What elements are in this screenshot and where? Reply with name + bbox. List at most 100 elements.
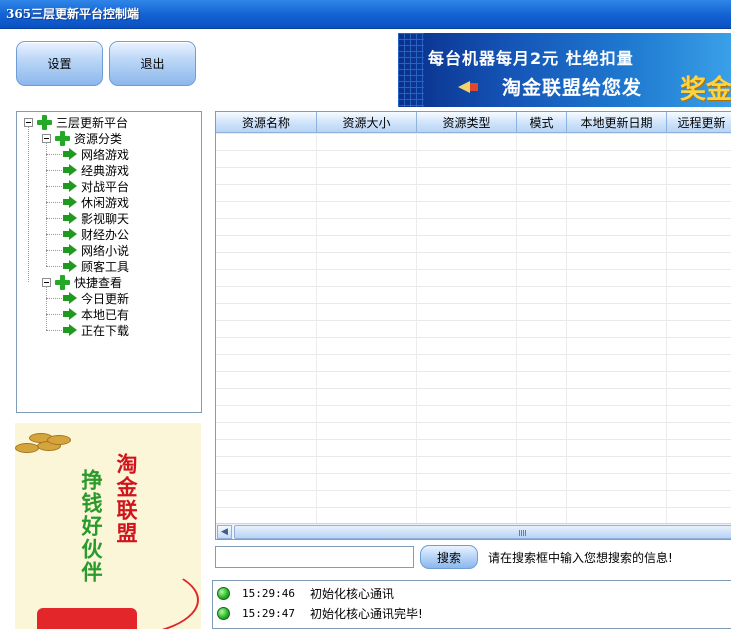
green-arrow-icon bbox=[63, 164, 77, 176]
tree-connector bbox=[46, 250, 62, 251]
banner-grid-decoration bbox=[398, 33, 424, 107]
column-header[interactable]: 远程更新 bbox=[667, 112, 731, 133]
column-header[interactable]: 模式 bbox=[517, 112, 567, 133]
green-arrow-icon bbox=[63, 228, 77, 240]
tree-connector bbox=[28, 126, 29, 282]
tree-item-label: 对战平台 bbox=[81, 179, 130, 194]
tree-item-label: 顾客工具 bbox=[81, 259, 130, 274]
tree-connector bbox=[46, 170, 62, 171]
log-entry: 15:29:46 初始化核心通讯 bbox=[217, 584, 394, 602]
tree-item[interactable]: 今日更新 bbox=[63, 290, 129, 306]
settings-button[interactable]: 设置 bbox=[16, 41, 103, 86]
tree-connector bbox=[46, 330, 62, 331]
banner-gold-text: 奖金 bbox=[680, 75, 731, 105]
search-input[interactable] bbox=[215, 546, 414, 568]
green-plus-icon bbox=[37, 114, 52, 130]
tree-item-label: 网络小说 bbox=[81, 243, 130, 258]
tree-item-label: 经典游戏 bbox=[81, 163, 130, 178]
tree-item-label: 休闲游戏 bbox=[81, 195, 130, 210]
tree-connector bbox=[46, 202, 62, 203]
green-arrow-icon bbox=[63, 324, 77, 336]
coin-icon bbox=[15, 443, 39, 453]
log-message: 初始化核心通讯完毕! bbox=[310, 606, 423, 621]
green-arrow-icon bbox=[63, 308, 77, 320]
status-ok-icon bbox=[217, 606, 230, 620]
side-banner-ad[interactable]: 淘金联盟 挣钱好伙伴 bbox=[15, 423, 201, 629]
green-arrow-icon bbox=[63, 212, 77, 224]
scrollbar-grip-icon bbox=[519, 530, 526, 536]
tree-item[interactable]: 对战平台 bbox=[63, 178, 129, 194]
log-time: 15:29:47 bbox=[242, 606, 295, 620]
tree-item-label: 影视聊天 bbox=[81, 211, 130, 226]
column-header[interactable]: 本地更新日期 bbox=[567, 112, 667, 133]
tree-connector bbox=[46, 142, 47, 266]
banner-line2: 淘金联盟给您发 bbox=[502, 77, 643, 99]
exit-button-label: 退出 bbox=[140, 57, 165, 71]
tree-item[interactable]: 影视聊天 bbox=[63, 210, 129, 226]
tree-item-label: 财经办公 bbox=[81, 227, 130, 242]
search-hint: 请在搜索框中输入您想搜索的信息! bbox=[488, 551, 673, 565]
tree-item[interactable]: 本地已有 bbox=[63, 306, 129, 322]
exit-button[interactable]: 退出 bbox=[109, 41, 196, 86]
tree-item[interactable]: 正在下载 bbox=[63, 322, 129, 338]
horizontal-scrollbar[interactable]: ◀ bbox=[216, 523, 731, 539]
grid-header: 资源名称 资源大小 资源类型 模式 本地更新日期 远程更新 bbox=[216, 112, 731, 133]
green-arrow-icon bbox=[63, 148, 77, 160]
tree-item[interactable]: 网络游戏 bbox=[63, 146, 129, 162]
log-time: 15:29:46 bbox=[242, 586, 295, 600]
tree-item[interactable]: 网络小说 bbox=[63, 242, 129, 258]
grid-body[interactable] bbox=[216, 133, 731, 523]
title-bar: 365三层更新平台控制端 bbox=[0, 0, 731, 29]
gift-box-icon bbox=[37, 608, 137, 629]
tree-root[interactable]: 三层更新平台 bbox=[24, 114, 128, 130]
tree-connector bbox=[46, 234, 62, 235]
grid-column-divider bbox=[416, 133, 417, 523]
banner-line1: 每台机器每月2元 杜绝扣量 bbox=[428, 49, 634, 68]
scrollbar-thumb[interactable] bbox=[234, 525, 731, 539]
megaphone-icon bbox=[458, 81, 470, 93]
scroll-left-icon[interactable]: ◀ bbox=[217, 525, 232, 539]
column-header[interactable]: 资源名称 bbox=[216, 112, 317, 133]
top-banner-ad[interactable]: 每台机器每月2元 杜绝扣量 淘金联盟给您发 奖金 bbox=[398, 33, 731, 107]
tree-item[interactable]: 财经办公 bbox=[63, 226, 129, 242]
tree-connector bbox=[46, 186, 62, 187]
tree-connector bbox=[46, 218, 62, 219]
resource-grid[interactable]: 资源名称 资源大小 资源类型 模式 本地更新日期 远程更新 ◀ bbox=[215, 111, 731, 540]
search-button[interactable]: 搜索 bbox=[420, 545, 478, 569]
coin-icon bbox=[47, 435, 71, 445]
category-tree: 三层更新平台 资源分类 网络游戏 经典游戏 对战平台 休闲游戏 影视聊天 财经办公 网络小说 顾客… bbox=[16, 111, 202, 413]
tree-connector bbox=[46, 286, 47, 330]
tree-item-label: 正在下载 bbox=[81, 323, 130, 338]
window-title: 365三层更新平台控制端 bbox=[6, 7, 140, 21]
settings-button-label: 设置 bbox=[47, 57, 72, 71]
search-button-label: 搜索 bbox=[436, 550, 461, 565]
grid-column-divider bbox=[666, 133, 667, 523]
tree-item-label: 今日更新 bbox=[81, 291, 130, 306]
tree-item[interactable]: 顾客工具 bbox=[63, 258, 129, 274]
tree-connector bbox=[46, 154, 62, 155]
side-ad-red-text: 淘金联盟 bbox=[114, 453, 138, 545]
status-ok-icon bbox=[217, 586, 230, 600]
tree-item[interactable]: 经典游戏 bbox=[63, 162, 129, 178]
grid-column-divider bbox=[566, 133, 567, 523]
tree-item-label: 三层更新平台 bbox=[56, 115, 129, 130]
column-header[interactable]: 资源大小 bbox=[317, 112, 417, 133]
green-plus-icon bbox=[55, 274, 70, 290]
tree-group-group1[interactable]: 资源分类 bbox=[42, 130, 122, 146]
green-arrow-icon bbox=[63, 260, 77, 272]
green-arrow-icon bbox=[63, 292, 77, 304]
log-panel: 15:29:46 初始化核心通讯 15:29:47 初始化核心通讯完毕! bbox=[212, 580, 731, 629]
tree-item[interactable]: 休闲游戏 bbox=[63, 194, 129, 210]
green-arrow-icon bbox=[63, 196, 77, 208]
grid-column-divider bbox=[316, 133, 317, 523]
tree-connector bbox=[46, 298, 62, 299]
megaphone-body-icon bbox=[470, 83, 478, 91]
column-header[interactable]: 资源类型 bbox=[417, 112, 517, 133]
tree-item-label: 资源分类 bbox=[74, 131, 123, 146]
green-plus-icon bbox=[55, 130, 70, 146]
tree-connector bbox=[46, 314, 62, 315]
tree-item-label: 本地已有 bbox=[81, 307, 130, 322]
log-message: 初始化核心通讯 bbox=[310, 586, 395, 601]
green-arrow-icon bbox=[63, 180, 77, 192]
tree-group-group2[interactable]: 快捷查看 bbox=[42, 274, 122, 290]
